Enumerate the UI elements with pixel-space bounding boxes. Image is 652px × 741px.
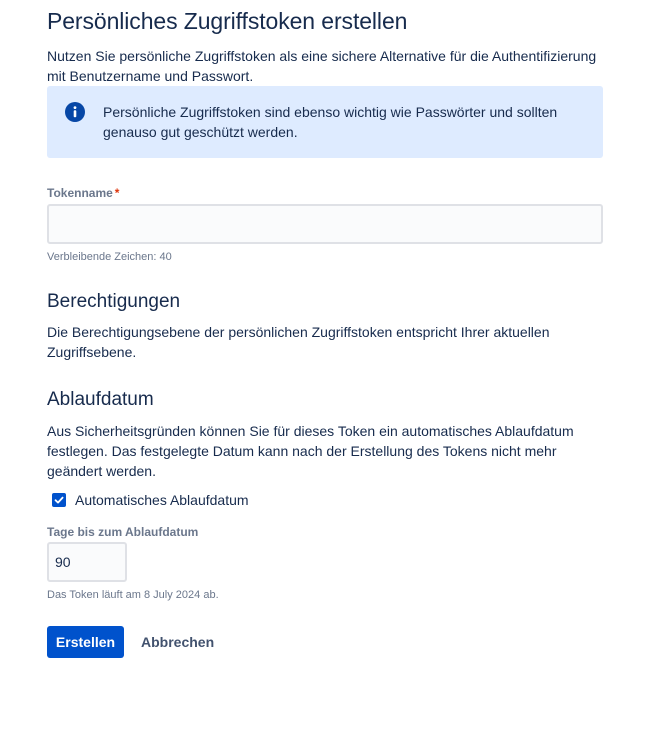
required-marker: * (114, 186, 120, 200)
token-name-input[interactable] (47, 204, 603, 244)
permissions-heading: Berechtigungen (47, 291, 181, 312)
token-name-label: Tokenname * (47, 186, 119, 200)
create-button[interactable]: Erstellen (47, 626, 124, 658)
expiry-heading: Ablaufdatum (47, 389, 154, 410)
remaining-characters: Verbleibende Zeichen: 40 (47, 251, 172, 263)
days-input[interactable]: 90 (47, 542, 127, 582)
intro-text: Nutzen Sie persönliche Zugriffstoken als… (47, 48, 597, 84)
permissions-text: Die Berechtigungsebene der persönlichen … (47, 324, 550, 360)
info-panel: Persönliche Zugriffstoken sind ebenso wi… (47, 86, 603, 158)
info-message: Persönliche Zugriffstoken sind ebenso wi… (103, 104, 558, 140)
token-name-label-text: Tokenname (47, 186, 113, 200)
auto-expiry-label[interactable]: Automatisches Ablaufdatum (75, 492, 249, 508)
expiry-date-helper: Das Token läuft am 8 July 2024 ab. (47, 589, 219, 601)
expiry-text: Aus Sicherheitsgründen können Sie für di… (47, 423, 574, 479)
auto-expiry-checkbox[interactable] (52, 493, 66, 507)
days-label: Tage bis zum Ablaufdatum (47, 525, 199, 539)
page-title: Persönliches Zugriffstoken erstellen (47, 8, 408, 34)
checkmark-icon (54, 496, 64, 504)
auto-expiry-checkbox-row[interactable]: Automatisches Ablaufdatum (52, 490, 249, 510)
info-icon (65, 102, 85, 122)
cancel-button[interactable]: Abbrechen (133, 626, 222, 658)
